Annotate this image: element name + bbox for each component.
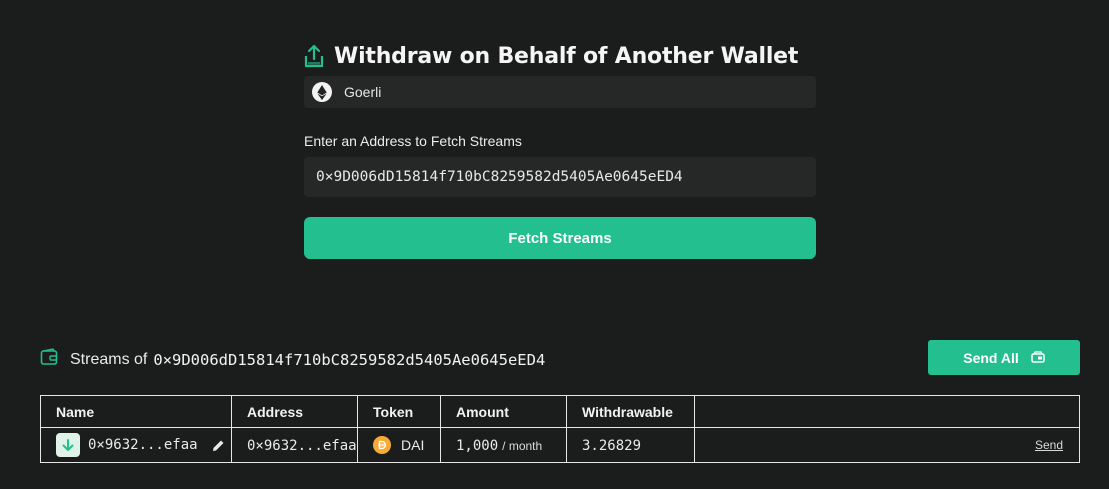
- column-header-amount: Amount: [440, 395, 567, 428]
- action-cell: Send: [694, 427, 1080, 463]
- send-all-icon: [1031, 350, 1045, 366]
- column-header-address: Address: [231, 395, 358, 428]
- column-header-name: Name: [40, 395, 232, 428]
- table-header-row: Name Address Token Amount Withdrawable: [40, 395, 1080, 428]
- amount-value: 1,000: [456, 437, 499, 454]
- streams-title: Streams of 0×9D006dD15814f710bC8259582d5…: [40, 348, 545, 371]
- wallet-icon: [40, 348, 58, 371]
- stream-address: 0×9632...efaa: [247, 437, 357, 454]
- pencil-icon[interactable]: [212, 439, 225, 452]
- address-field-label: Enter an Address to Fetch Streams: [304, 133, 522, 149]
- ethereum-icon: [312, 82, 332, 102]
- streams-header: Streams of 0×9D006dD15814f710bC8259582d5…: [40, 340, 1080, 375]
- upload-tray-icon: [304, 44, 324, 68]
- network-selector[interactable]: Goerli: [304, 76, 816, 108]
- name-cell: 0×9632...efaa: [40, 427, 232, 463]
- amount-cell: 1,000/ month: [440, 427, 567, 463]
- streams-label: Streams of: [70, 350, 148, 368]
- token-cell: DAI: [357, 427, 441, 463]
- incoming-arrow-icon: [56, 433, 80, 457]
- token-name: DAI: [401, 437, 425, 453]
- withdraw-panel: Withdraw on Behalf of Another Wallet Goe…: [304, 38, 816, 259]
- title-row: Withdraw on Behalf of Another Wallet: [304, 38, 816, 74]
- fetch-streams-button[interactable]: Fetch Streams: [304, 217, 816, 259]
- send-link[interactable]: Send: [1035, 438, 1063, 452]
- withdrawable-cell: 3.26829: [566, 427, 695, 463]
- streams-table: Name Address Token Amount Withdrawable 0…: [40, 395, 1080, 463]
- send-all-label: Send All: [963, 349, 1019, 366]
- amount-period: / month: [502, 438, 543, 453]
- column-header-token: Token: [357, 395, 441, 428]
- column-header-withdrawable: Withdrawable: [566, 395, 695, 428]
- send-all-button[interactable]: Send All: [928, 340, 1080, 375]
- address-cell: 0×9632...efaa: [231, 427, 358, 463]
- dai-icon: [373, 436, 391, 454]
- table-row: 0×9632...efaa 0×9632...efaa DAI 1,000 / …: [40, 427, 1080, 463]
- stream-name: 0×9632...efaa: [88, 437, 198, 453]
- page-title: Withdraw on Behalf of Another Wallet: [334, 43, 799, 69]
- withdrawable-value: 3.26829: [582, 437, 642, 454]
- network-name: Goerli: [344, 84, 382, 100]
- streams-address: 0×9D006dD15814f710bC8259582d5405Ae0645eE…: [153, 350, 546, 369]
- address-input[interactable]: [304, 157, 816, 197]
- column-header-actions: [694, 395, 1080, 428]
